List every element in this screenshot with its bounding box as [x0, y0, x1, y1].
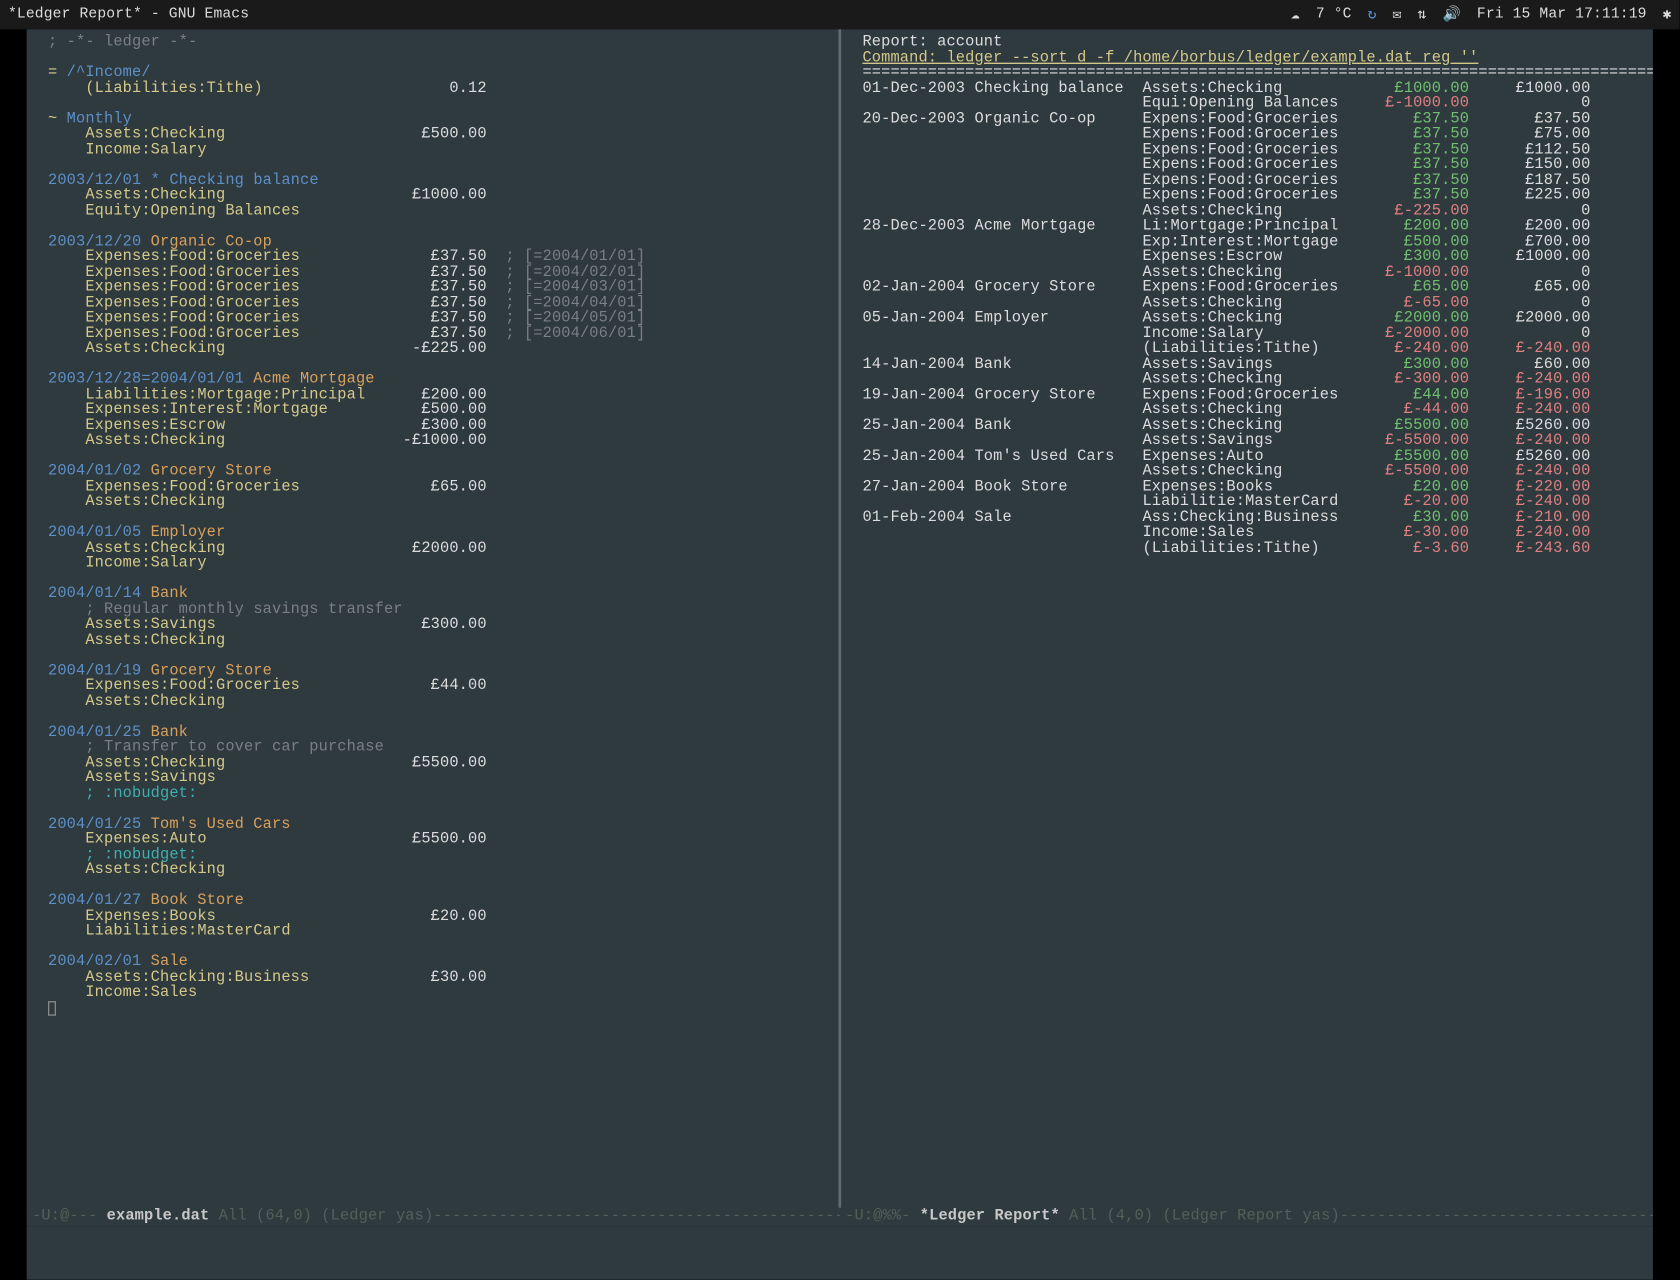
modeline-buffer-name: *Ledger Report*	[920, 1208, 1060, 1225]
refresh-icon[interactable]: ↻	[1368, 5, 1377, 24]
modeline-left[interactable]: -U:@--- example.dat All (64,0) (Ledger y…	[27, 1208, 840, 1227]
volume-icon[interactable]: 🔊	[1442, 5, 1460, 24]
mail-icon[interactable]: ✉	[1393, 5, 1402, 24]
source-line: Assets:Checking	[48, 495, 828, 510]
minibuffer[interactable]	[27, 1226, 1653, 1279]
source-line: Assets:Checking	[48, 694, 828, 709]
source-line: Income:Salary	[48, 556, 828, 571]
emacs-frame: ; -*- ledger -*- = /^Income/ (Liabilitie…	[27, 29, 1653, 1210]
gnome-top-bar: *Ledger Report* - GNU Emacs ☁ 7 °C ↻ ✉ ⇅…	[0, 0, 1680, 29]
system-tray: ☁ 7 °C ↻ ✉ ⇅ 🔊 Fri 15 Mar 17:11:19 ✱	[1291, 5, 1672, 24]
source-line	[48, 50, 828, 65]
modeline-row: -U:@--- example.dat All (64,0) (Ledger y…	[27, 1208, 1653, 1227]
source-line: (Liabilities:Tithe) 0.12	[48, 81, 828, 96]
source-line: Income:Sales	[48, 985, 828, 1000]
window-title: *Ledger Report* - GNU Emacs	[8, 7, 249, 23]
source-line: Liabilities:MasterCard	[48, 924, 828, 939]
source-line: ; :nobudget:	[48, 786, 828, 801]
modeline-buffer-name: example.dat	[107, 1208, 210, 1225]
network-icon[interactable]: ⇅	[1418, 5, 1427, 24]
clock-text: Fri 15 Mar 17:11:19	[1477, 7, 1647, 23]
source-line: Assets:Checking -£225.00	[48, 341, 828, 356]
cursor	[48, 1000, 828, 1015]
ledger-source-buffer[interactable]: ; -*- ledger -*- = /^Income/ (Liabilitie…	[27, 29, 839, 1210]
source-line	[48, 96, 828, 111]
modeline-right[interactable]: -U:@%%- *Ledger Report* All (4,0) (Ledge…	[840, 1208, 1653, 1227]
ledger-report-buffer[interactable]: Report: accountCommand: ledger --sort d …	[841, 29, 1653, 1210]
weather-text: 7 °C	[1316, 7, 1352, 23]
source-line: Income:Salary	[48, 142, 828, 157]
source-line: Assets:Checking -£1000.00	[48, 433, 828, 448]
report-row: (Liabilities:Tithe) £-3.60 £-243.60	[862, 541, 1642, 556]
settings-gear-icon[interactable]: ✱	[1663, 5, 1672, 24]
source-line: Assets:Checking	[48, 633, 828, 648]
source-line: Equity:Opening Balances	[48, 203, 828, 218]
source-line: Assets:Checking	[48, 862, 828, 877]
source-line: ; -*- ledger -*-	[48, 35, 828, 50]
weather-icon: ☁	[1291, 5, 1300, 24]
